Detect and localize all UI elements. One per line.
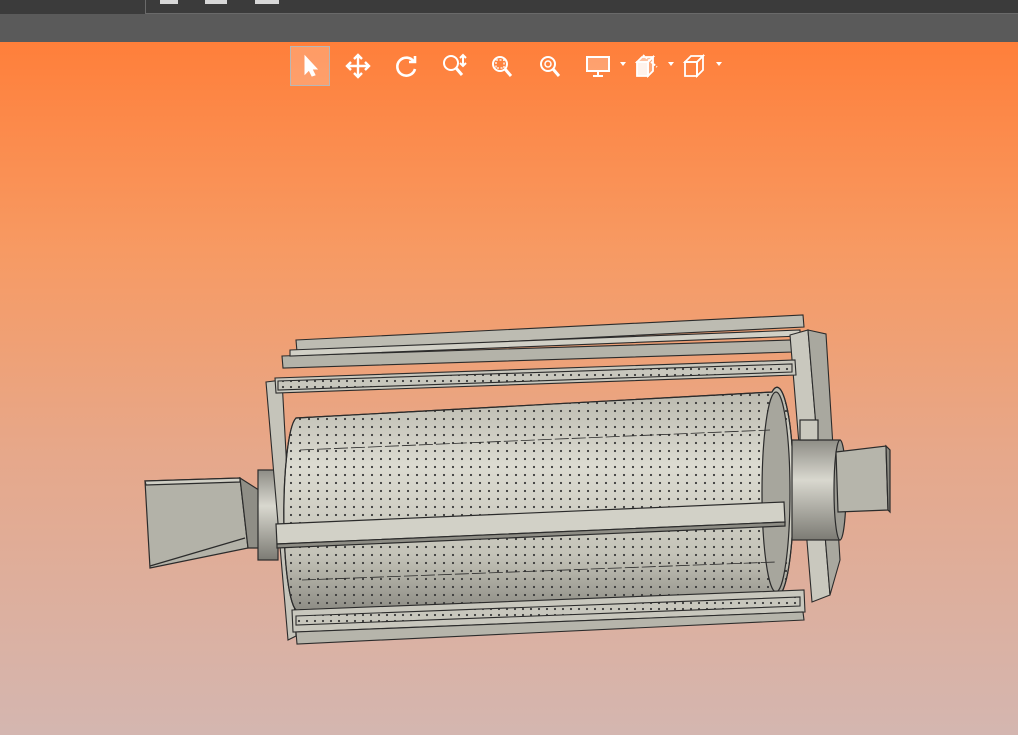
left-hopper [144,476,265,569]
perforated-drum [283,386,795,612]
back-frame [281,314,805,369]
drum-screen-model[interactable] [0,0,1018,735]
right-bearing [791,419,891,541]
